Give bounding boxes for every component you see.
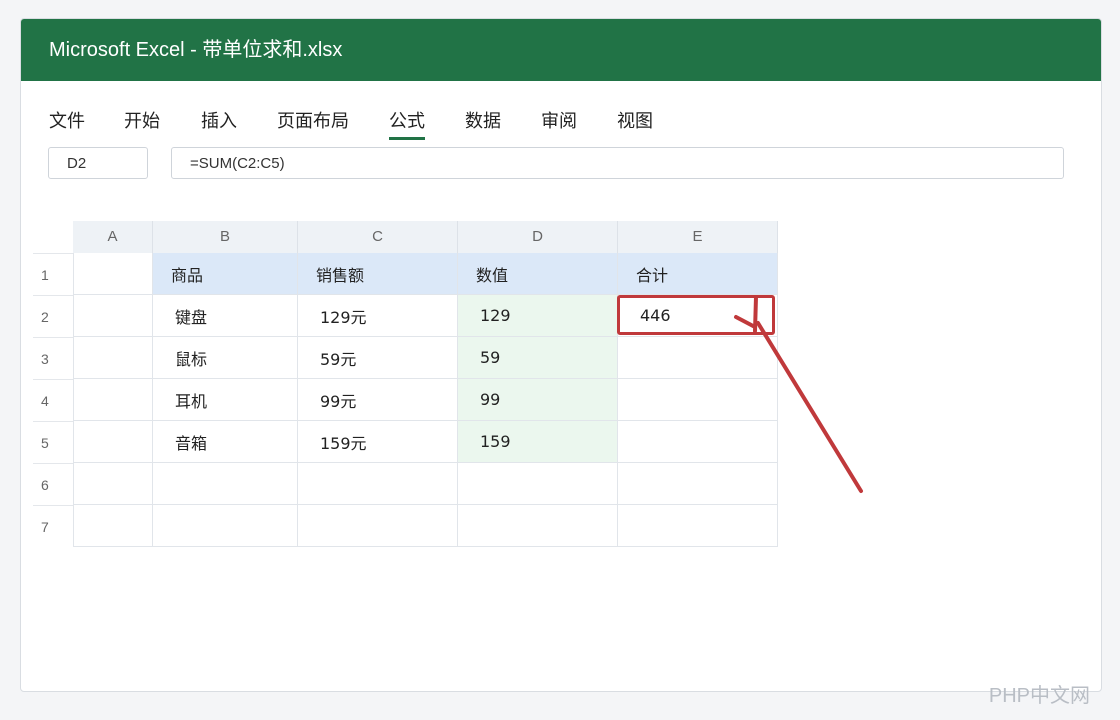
annotation-arrow	[734, 295, 863, 493]
excel-window: Microsoft Excel - 带单位求和.xlsx 文件 开始 插入 页面…	[20, 18, 1102, 692]
watermark: PHP中文网	[988, 685, 1090, 707]
